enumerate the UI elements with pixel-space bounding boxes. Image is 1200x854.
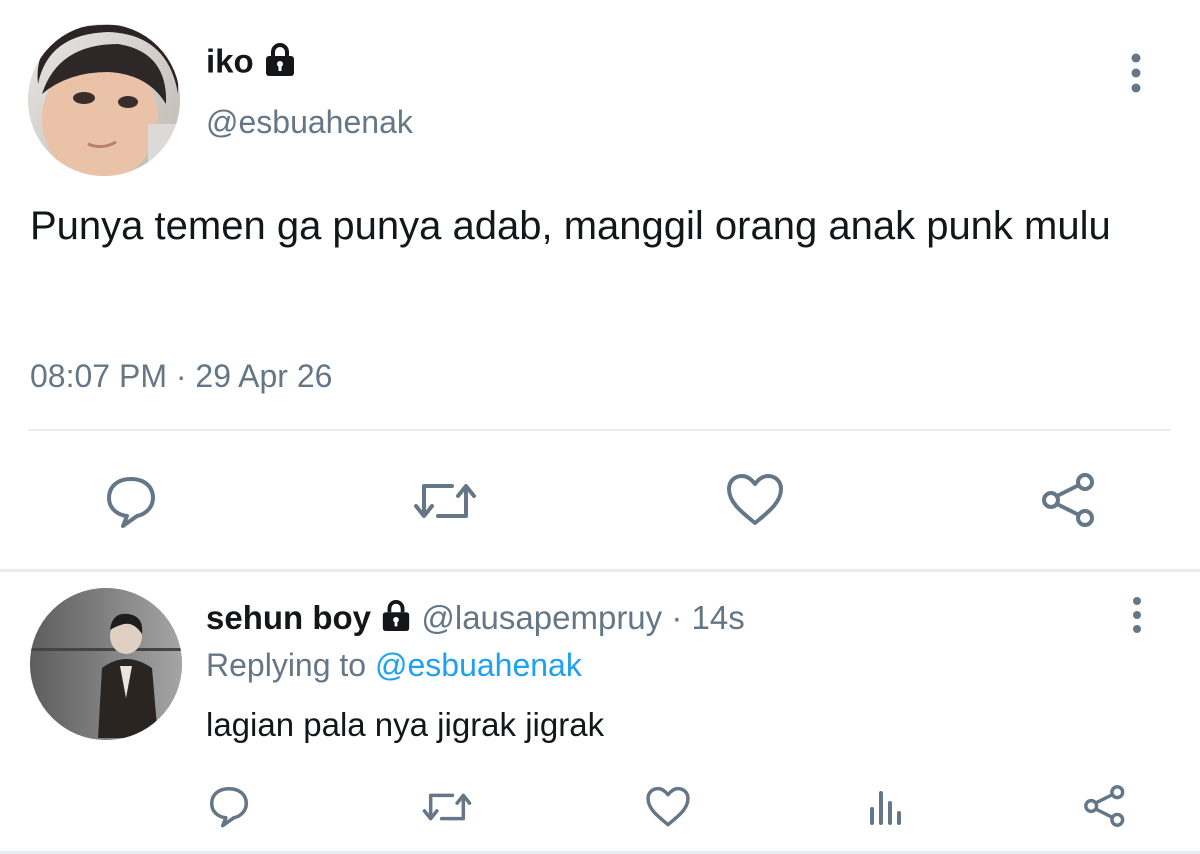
replying-to-line: Replying to @esbuahenak xyxy=(206,645,582,685)
reply-icon xyxy=(107,477,155,528)
tweet-text: Punya temen ga punya adab, manggil orang… xyxy=(30,204,1111,248)
reply-button[interactable] xyxy=(96,470,166,532)
replying-to-prefix: Replying to xyxy=(206,647,367,683)
author-handle[interactable]: @esbuahenak xyxy=(206,103,413,141)
like-icon xyxy=(646,786,690,827)
reply-button[interactable] xyxy=(204,782,254,830)
share-button[interactable] xyxy=(1080,782,1130,830)
author-name-row: iko xyxy=(206,42,297,86)
like-button[interactable] xyxy=(720,470,790,530)
reply-display-name[interactable]: sehun boy xyxy=(206,599,371,636)
share-button[interactable] xyxy=(1036,468,1102,532)
share-icon xyxy=(1042,473,1094,527)
analytics-button[interactable] xyxy=(862,784,910,830)
meta-separator: · xyxy=(671,599,683,636)
reply-icon xyxy=(209,786,249,828)
avatar-main-author[interactable] xyxy=(28,24,180,176)
more-vertical-icon[interactable] xyxy=(1126,596,1148,636)
reply-time[interactable]: 14s xyxy=(692,599,745,636)
like-button[interactable] xyxy=(644,784,692,830)
tweet-timestamp[interactable]: 08:07 PM · 29 Apr 26 xyxy=(30,357,332,395)
retweet-button[interactable] xyxy=(420,784,474,830)
lock-icon xyxy=(380,599,412,642)
replying-to-mention[interactable]: @esbuahenak xyxy=(375,647,582,683)
like-icon xyxy=(727,474,783,525)
share-icon xyxy=(1084,785,1125,827)
section-divider xyxy=(0,569,1200,572)
reply-header: sehun boy @lausapempruy · 14s xyxy=(206,598,745,642)
reply-text: lagian pala nya jigrak jigrak xyxy=(206,706,605,743)
lock-icon xyxy=(263,42,297,86)
more-vertical-icon[interactable] xyxy=(1124,52,1148,96)
retweet-icon xyxy=(422,793,472,821)
analytics-icon xyxy=(870,791,901,825)
author-display-name[interactable]: iko xyxy=(206,43,254,80)
retweet-button[interactable] xyxy=(410,472,480,530)
divider xyxy=(28,429,1170,431)
retweet-icon xyxy=(414,484,476,518)
reply-handle[interactable]: @lausapempruy xyxy=(421,599,662,636)
avatar-reply-author[interactable] xyxy=(30,588,182,740)
